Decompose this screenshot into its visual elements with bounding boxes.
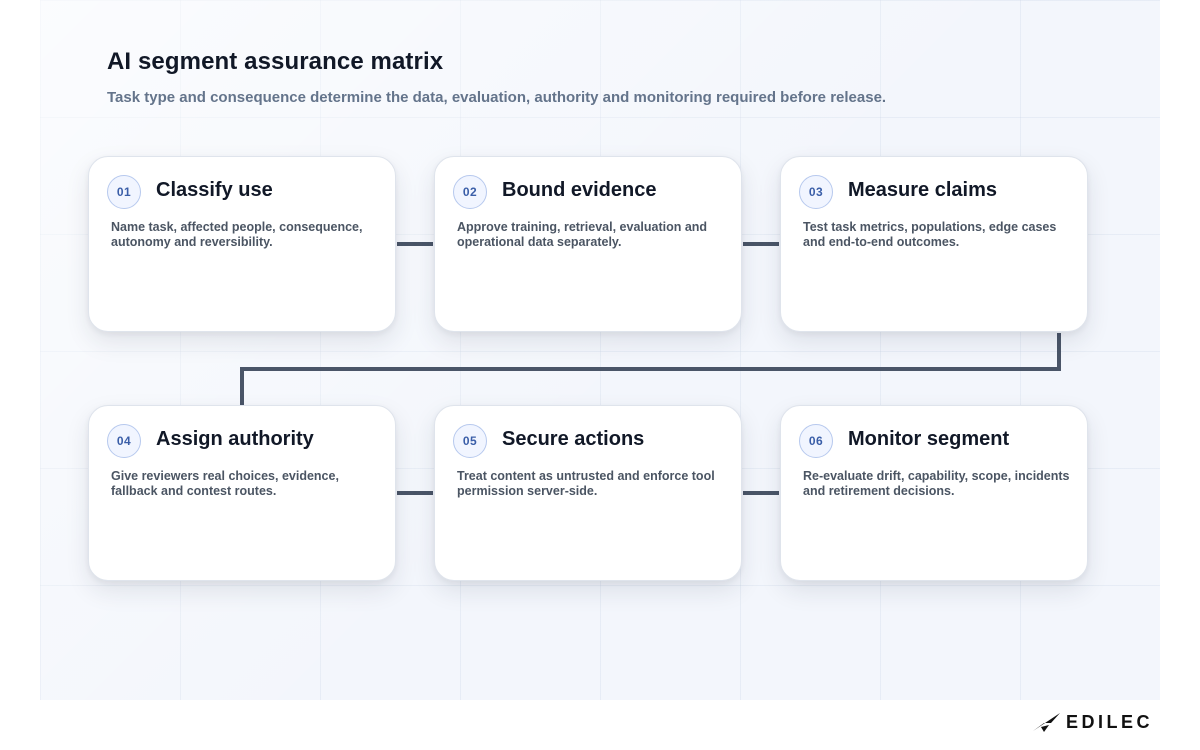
step-card-classify-use: 01 Classify use Name task, affected peop… <box>88 156 396 332</box>
step-title: Secure actions <box>502 428 645 450</box>
connector-03-04 <box>240 333 1061 405</box>
edilec-logo-icon <box>1033 713 1060 732</box>
step-title: Monitor segment <box>848 428 1010 450</box>
step-title: Measure claims <box>848 179 997 201</box>
step-card-bound-evidence: 02 Bound evidence Approve training, retr… <box>434 156 742 332</box>
step-title: Bound evidence <box>502 179 657 201</box>
step-description: Give reviewers real choices, evidence, f… <box>111 469 339 498</box>
step-description: Re-evaluate drift, capability, scope, in… <box>803 469 1070 498</box>
step-number-badge: 03 <box>799 175 833 209</box>
step-description: Approve training, retrieval, evaluation … <box>457 220 708 249</box>
step-description: Test task metrics, populations, edge cas… <box>803 220 1057 249</box>
step-title: Assign authority <box>156 428 314 450</box>
step-description: Treat content as untrusted and enforce t… <box>457 469 715 498</box>
step-number-badge: 06 <box>799 424 833 458</box>
step-card-secure-actions: 05 Secure actions Treat content as untru… <box>434 405 742 581</box>
flow-connectors <box>240 242 1061 495</box>
brand-logo: EDILEC <box>1032 711 1153 733</box>
step-card-monitor-segment: 06 Monitor segment Re-evaluate drift, ca… <box>780 405 1088 581</box>
step-description: Name task, affected people, consequence,… <box>111 220 363 249</box>
step-number-badge: 05 <box>453 424 487 458</box>
step-number-badge: 02 <box>453 175 487 209</box>
step-card-measure-claims: 03 Measure claims Test task metrics, pop… <box>780 156 1088 332</box>
step-title: Classify use <box>156 179 273 201</box>
step-number-badge: 04 <box>107 424 141 458</box>
step-card-assign-authority: 04 Assign authority Give reviewers real … <box>88 405 396 581</box>
step-number-badge: 01 <box>107 175 141 209</box>
brand-name: EDILEC <box>1066 711 1154 732</box>
